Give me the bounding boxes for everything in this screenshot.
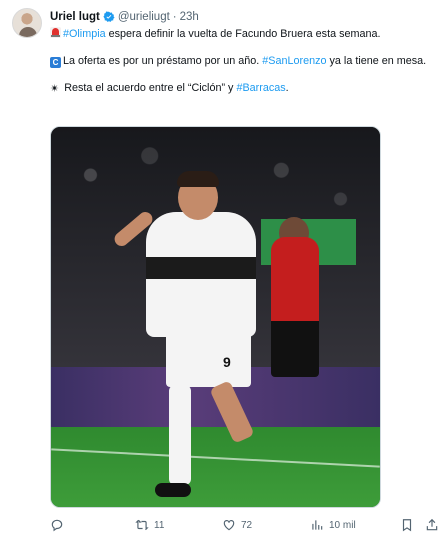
paragraph-1-text: espera definir la vuelta de Facundo Brue… (105, 28, 381, 40)
paragraph-3-end: . (285, 82, 289, 94)
bookmark-icon (402, 519, 412, 532)
c-emoji-icon: C (50, 57, 61, 68)
paragraph-3-text: Resta el acuerdo entre el “Ciclón” y (61, 82, 237, 94)
photo-player-stripe (146, 257, 256, 279)
share-icon (426, 518, 438, 531)
like-icon (223, 520, 235, 531)
bookmark-button[interactable] (400, 518, 414, 532)
author-name[interactable]: Uriel lugt (50, 11, 100, 23)
avatar[interactable] (12, 8, 42, 38)
photo-pitch (51, 427, 380, 507)
reply-icon (51, 519, 63, 532)
tweet-actions: 11 72 10 mil (50, 516, 438, 534)
photo-player-leg (169, 385, 191, 485)
photo-player-shorts (166, 332, 251, 387)
sparkle-emoji-icon: ✴ (50, 83, 60, 95)
siren-emoji-icon (50, 27, 61, 38)
verified-badge-icon (103, 11, 115, 22)
tweet-header: Uriel lugt @urieliugt · 23h (50, 9, 199, 25)
photo-opponent (271, 237, 319, 377)
reply-button[interactable] (50, 518, 64, 532)
hashtag-barracas[interactable]: #Barracas (236, 82, 285, 94)
views-count: 10 mil (329, 519, 356, 531)
photo-player-hair (177, 171, 219, 187)
tweet-paragraph-2: C La oferta es por un préstamo por un año… (50, 54, 430, 68)
photo-player-boot (155, 483, 191, 497)
share-button[interactable] (425, 518, 439, 532)
photo-shirt-number: 9 (223, 354, 231, 370)
retweet-button[interactable]: 11 (135, 518, 164, 532)
views-button[interactable]: 10 mil (310, 518, 356, 532)
author-handle[interactable]: @urieliugt (118, 11, 170, 23)
like-button[interactable]: 72 (222, 518, 252, 532)
retweet-icon (135, 519, 149, 531)
retweet-count: 11 (154, 519, 165, 531)
tweet-paragraph-1: #Olimpia espera definir la vuelta de Fac… (50, 27, 430, 41)
hashtag-olimpia[interactable]: #Olimpia (63, 28, 106, 40)
paragraph-2-text-b: ya la tiene en mesa. (326, 55, 427, 67)
tweet-photo[interactable]: 9 (50, 126, 381, 508)
paragraph-2-text-a: La oferta es por un préstamo por un año. (63, 55, 263, 67)
header-separator: · (172, 11, 177, 23)
views-icon (312, 520, 323, 530)
tweet-text: #Olimpia espera definir la vuelta de Fac… (50, 27, 430, 108)
tweet-paragraph-3: ✴ Resta el acuerdo entre el “Ciclón” y #… (50, 81, 430, 95)
avatar-figure (19, 27, 37, 37)
hashtag-sanlorenzo[interactable]: #SanLorenzo (262, 55, 326, 67)
timestamp[interactable]: 23h (180, 11, 199, 23)
like-count: 72 (241, 519, 253, 531)
